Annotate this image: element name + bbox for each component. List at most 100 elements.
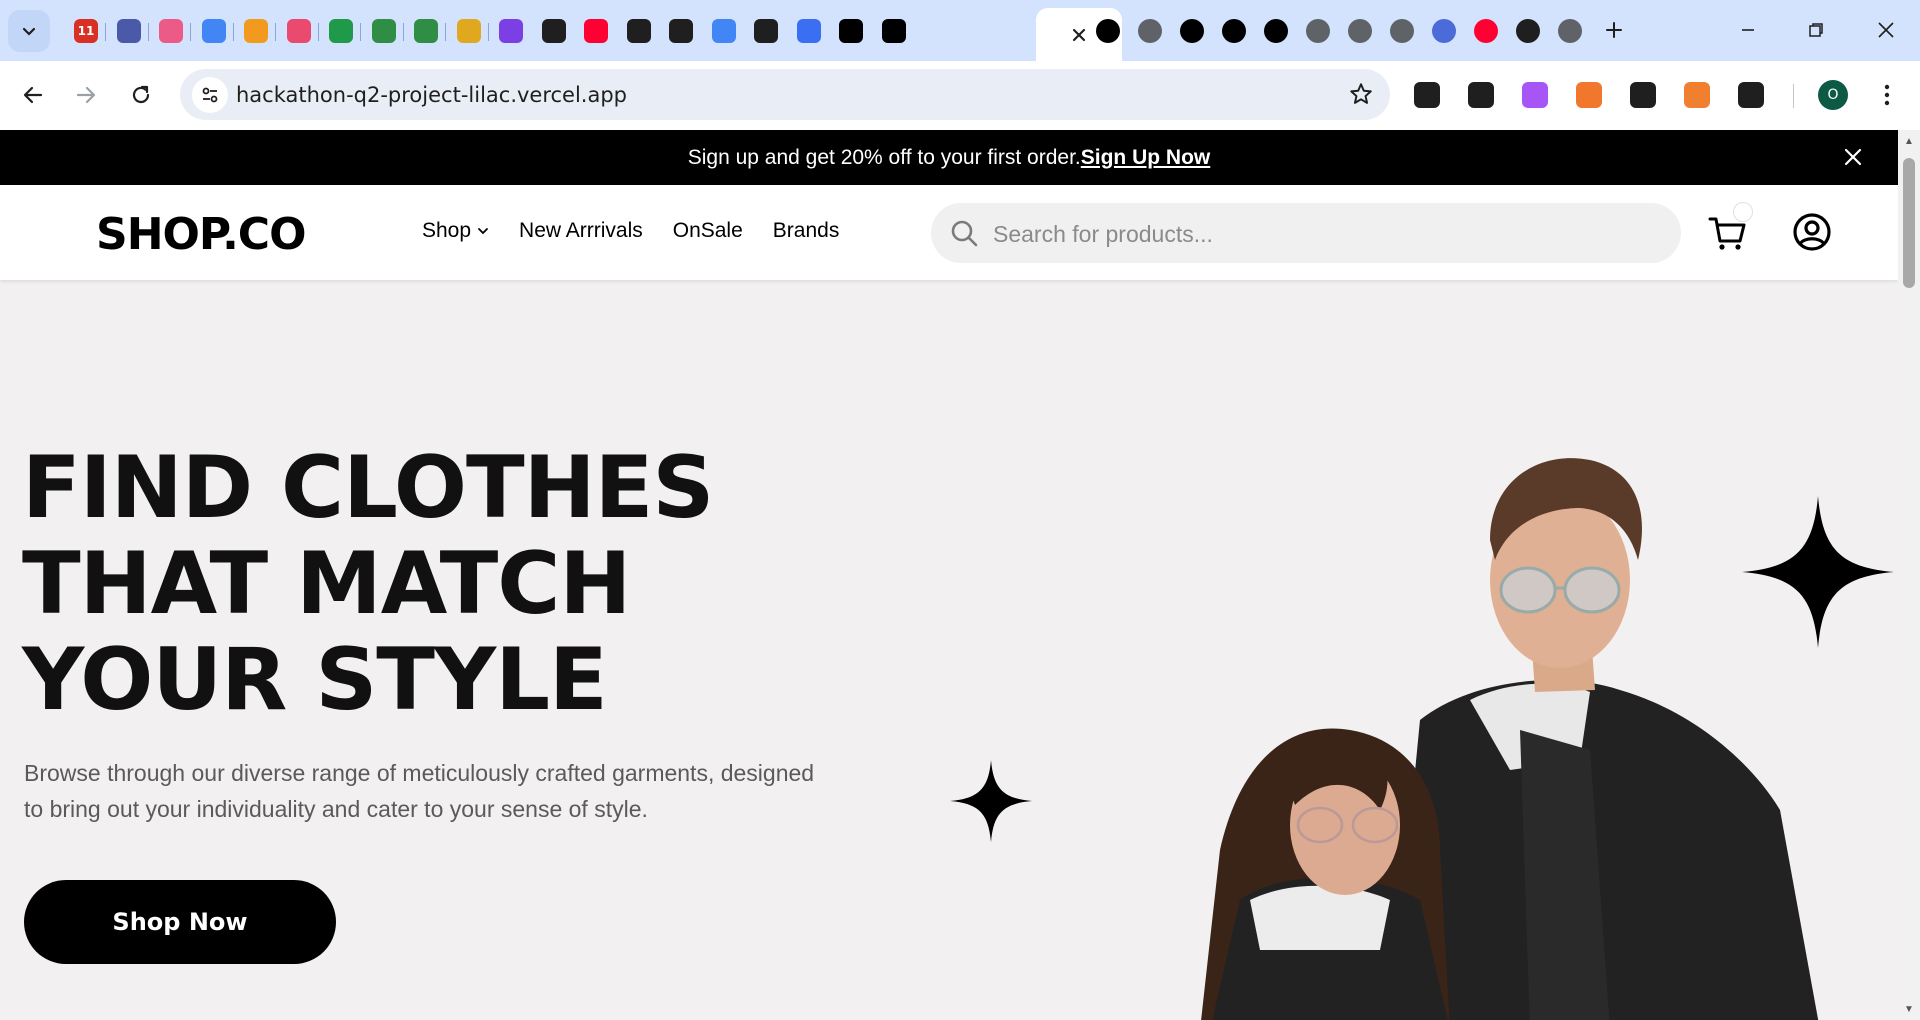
close-window-button[interactable] xyxy=(1860,10,1912,50)
browser-tab[interactable] xyxy=(619,12,659,50)
github-icon xyxy=(1516,19,1540,43)
signup-link[interactable]: Sign Up Now xyxy=(1081,146,1211,170)
profile-button[interactable]: O xyxy=(1814,76,1852,114)
browser-tab[interactable] xyxy=(661,12,701,50)
glasses-icon xyxy=(286,19,311,43)
browser-tab[interactable] xyxy=(576,12,616,50)
browser-tab[interactable] xyxy=(1088,12,1128,50)
toolbar-divider xyxy=(1793,84,1794,108)
extension-button[interactable] xyxy=(1732,76,1770,114)
browser-tab[interactable] xyxy=(151,12,191,50)
browser-tab[interactable]: 11 xyxy=(66,12,106,50)
browser-tab[interactable] xyxy=(236,12,276,50)
url-text[interactable]: hackathon-q2-project-lilac.vercel.app xyxy=(236,83,627,107)
globe-icon xyxy=(1390,19,1414,43)
shop-now-button[interactable]: Shop Now xyxy=(24,880,336,964)
browser-tab[interactable] xyxy=(1424,12,1464,50)
main-nav: Shop New Arrrivals OnSale Brands xyxy=(422,219,869,243)
browser-tab[interactable] xyxy=(279,12,319,50)
browser-tab[interactable] xyxy=(704,12,744,50)
hero-subtitle: Browse through our diverse range of meti… xyxy=(24,760,815,822)
browser-tab[interactable] xyxy=(364,12,404,50)
browser-tab[interactable] xyxy=(109,12,149,50)
nav-item-label: OnSale xyxy=(672,219,743,242)
nav-item-shop[interactable]: Shop xyxy=(422,219,489,243)
nav-item-onsale[interactable]: OnSale xyxy=(673,219,743,243)
browser-tab[interactable] xyxy=(789,12,829,50)
blue-bars-icon xyxy=(796,19,821,43)
nav-item-label: Shop xyxy=(422,219,472,242)
browser-tab[interactable] xyxy=(746,12,786,50)
reload-button[interactable] xyxy=(121,75,161,115)
browser-tab[interactable] xyxy=(406,12,446,50)
restore-button[interactable] xyxy=(1790,10,1842,50)
promo-banner: Sign up and get 20% off to your first or… xyxy=(0,130,1898,185)
browser-tab[interactable] xyxy=(194,12,234,50)
check-wave-icon xyxy=(754,19,778,43)
nav-item-new-arrivals[interactable]: New Arrrivals xyxy=(519,219,643,243)
site-logo[interactable]: SHOP.CO xyxy=(96,209,306,260)
hero-title: FIND CLOTHES THAT MATCH YOUR STYLE xyxy=(22,440,714,730)
browser-menu-button[interactable] xyxy=(1868,76,1906,114)
github-icon xyxy=(541,19,566,43)
page-scrollbar[interactable]: ▲ ▼ xyxy=(1898,130,1920,1020)
browser-tab[interactable] xyxy=(491,12,531,50)
new-tab-button[interactable] xyxy=(1596,12,1632,48)
forward-button[interactable] xyxy=(66,75,106,115)
site-info-button[interactable] xyxy=(192,77,228,113)
more-vert-icon xyxy=(1884,84,1890,106)
tab-search-button[interactable] xyxy=(8,10,50,52)
tab-separator xyxy=(147,23,149,41)
browser-tab[interactable] xyxy=(874,12,914,50)
github-icon xyxy=(626,19,651,43)
image-icon xyxy=(1468,82,1494,108)
nav-item-label: New Arrrivals xyxy=(519,219,643,242)
extension-button[interactable] xyxy=(1408,76,1446,114)
browser-tab[interactable] xyxy=(1256,12,1296,50)
green-plus-icon xyxy=(329,19,353,43)
extension-button[interactable] xyxy=(1624,76,1662,114)
openai-icon xyxy=(669,19,693,43)
extension-button[interactable] xyxy=(1462,76,1500,114)
eyedropper-icon xyxy=(1414,82,1440,108)
browser-tab[interactable] xyxy=(1340,12,1380,50)
site-logo-icon xyxy=(116,19,141,43)
close-tab-icon[interactable] xyxy=(1071,27,1087,43)
minimize-button[interactable] xyxy=(1722,10,1774,50)
bookmark-star-icon[interactable] xyxy=(1348,81,1374,112)
tune-icon xyxy=(202,87,218,103)
browser-tab[interactable] xyxy=(1550,12,1590,50)
browser-tab[interactable] xyxy=(1172,12,1212,50)
promo-close-button[interactable] xyxy=(1840,144,1866,170)
browser-tab[interactable] xyxy=(1130,12,1170,50)
search-input[interactable] xyxy=(991,213,1655,255)
address-bar[interactable]: hackathon-q2-project-lilac.vercel.app xyxy=(180,69,1390,120)
scroll-thumb[interactable] xyxy=(1903,158,1915,288)
extension-button[interactable] xyxy=(1678,76,1716,114)
browser-tab[interactable] xyxy=(831,12,871,50)
browser-tab[interactable] xyxy=(1298,12,1338,50)
browser-tab[interactable] xyxy=(534,12,574,50)
hero-title-line: YOUR STYLE xyxy=(22,630,608,730)
chevron-down-icon xyxy=(478,228,488,235)
close-icon xyxy=(1878,22,1894,38)
font-icon xyxy=(1630,82,1656,108)
browser-tab[interactable] xyxy=(321,12,361,50)
browser-tab[interactable] xyxy=(449,12,489,50)
back-button[interactable] xyxy=(13,75,53,115)
browser-tab[interactable] xyxy=(1466,12,1506,50)
extension-button[interactable] xyxy=(1516,76,1554,114)
notes-icon xyxy=(1576,82,1602,108)
extension-button[interactable] xyxy=(1570,76,1608,114)
scroll-up-arrow[interactable]: ▲ xyxy=(1903,136,1915,148)
browser-tab[interactable] xyxy=(1508,12,1548,50)
nav-item-brands[interactable]: Brands xyxy=(773,219,840,243)
hero-title-line: THAT MATCH xyxy=(22,534,631,634)
browser-tab[interactable] xyxy=(1382,12,1422,50)
browser-tab[interactable] xyxy=(1214,12,1254,50)
nav-item-label: Brands xyxy=(772,219,840,242)
scroll-down-arrow[interactable]: ▼ xyxy=(1903,1004,1915,1016)
minimize-icon xyxy=(1742,29,1754,31)
account-icon[interactable] xyxy=(1790,210,1834,254)
vercel-triangle-icon xyxy=(881,19,906,43)
